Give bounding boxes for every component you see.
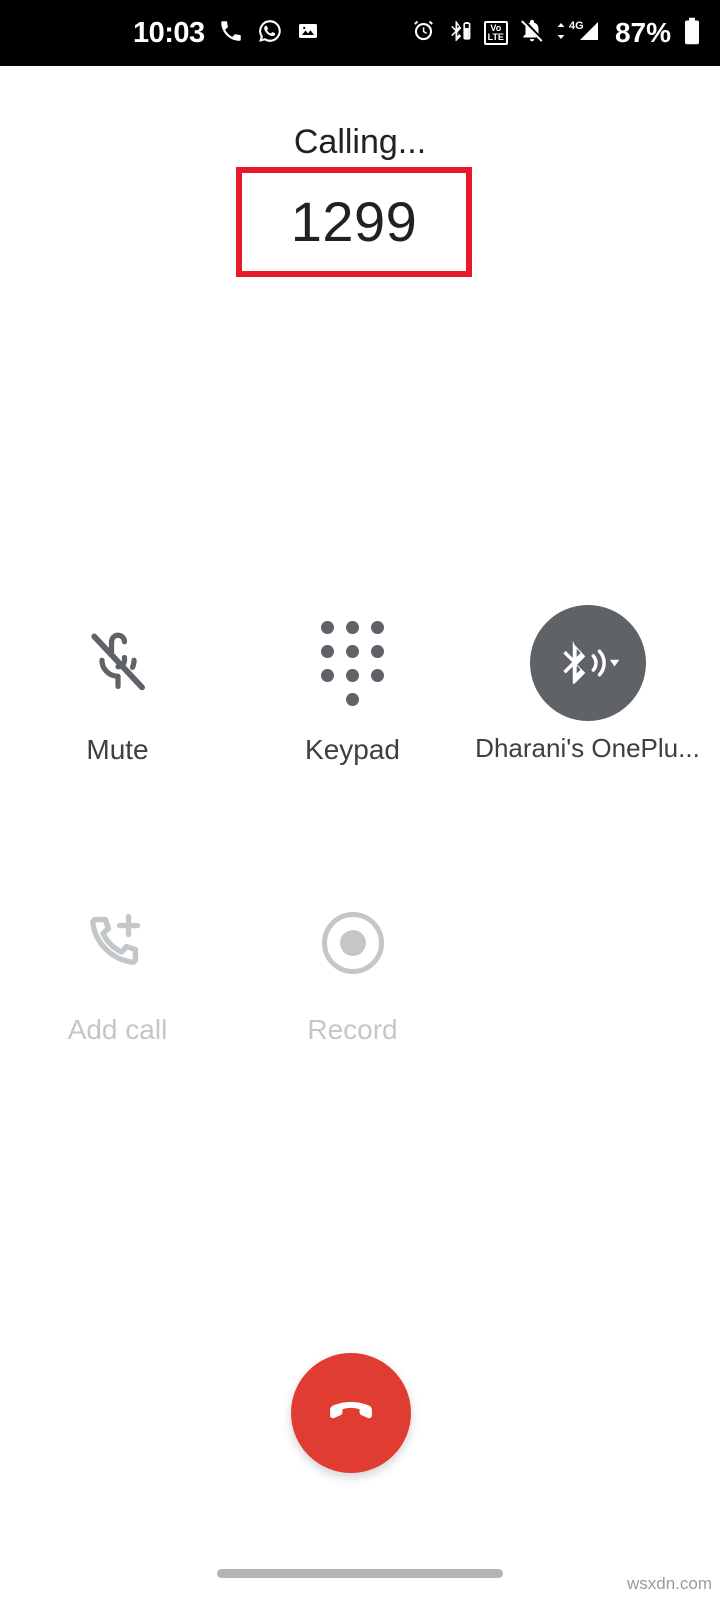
add-call-icon: [60, 885, 176, 1001]
controls-empty-cell: [470, 885, 705, 1047]
mic-off-icon: [60, 605, 176, 721]
bluetooth-battery-icon: [447, 18, 473, 49]
add-call-button[interactable]: Add call: [0, 885, 235, 1047]
phone-call-icon: [218, 18, 244, 49]
keypad-button[interactable]: Keypad: [235, 605, 470, 767]
mute-button[interactable]: Mute: [0, 605, 235, 767]
status-clock: 10:03: [133, 16, 205, 49]
call-controls-row-2: Add call Record: [0, 885, 720, 1047]
photo-icon: [296, 19, 320, 48]
bluetooth-audio-button[interactable]: Dharani's OnePlu...: [470, 605, 705, 767]
phone-call-screen: 10:03 Vo LTE 4G 87% Calling... 1299 Mute…: [0, 0, 720, 1600]
bluetooth-device-label: Dharani's OnePlu...: [475, 733, 700, 763]
keypad-label: Keypad: [305, 734, 400, 765]
call-header: Calling...: [0, 66, 720, 161]
dialpad-icon: [295, 605, 411, 721]
battery-percent-label: 87%: [614, 17, 671, 48]
status-bar-left: 10:03: [133, 18, 320, 49]
record-button[interactable]: Record: [235, 885, 470, 1047]
bluetooth-audio-icon: [529, 605, 646, 721]
gesture-home-pill[interactable]: [217, 1569, 503, 1578]
mute-label: Mute: [86, 734, 149, 765]
record-label: Record: [307, 1013, 398, 1045]
end-call-button[interactable]: [291, 1353, 411, 1473]
status-bar-right: Vo LTE 4G 87%: [411, 17, 702, 50]
alarm-icon: [411, 18, 436, 48]
notifications-muted-icon: [519, 18, 545, 49]
volte-icon: Vo LTE: [483, 21, 508, 45]
call-end-icon: [320, 1380, 382, 1447]
call-controls-row-1: Mute Keypad Dharani's OnePlu...: [0, 605, 720, 767]
svg-text:4G: 4G: [569, 20, 584, 32]
chevron-down-icon: [609, 659, 619, 667]
watermark: wsxdn.com: [626, 1574, 712, 1593]
record-icon: [295, 885, 411, 1001]
battery-icon: [682, 17, 702, 50]
call-status-text: Calling...: [293, 123, 427, 161]
phone-number: 1299: [290, 190, 418, 253]
call-controls: Mute Keypad Dharani's OnePlu... Add call…: [0, 605, 720, 1046]
whatsapp-icon: [257, 18, 283, 49]
add-call-label: Add call: [67, 1013, 168, 1045]
volte-bottom-label: LTE: [487, 32, 504, 42]
signal-4g-icon: 4G: [556, 18, 602, 49]
status-bar: 10:03 Vo LTE 4G 87%: [0, 0, 720, 66]
phone-number-highlight-box: 1299: [236, 167, 472, 277]
